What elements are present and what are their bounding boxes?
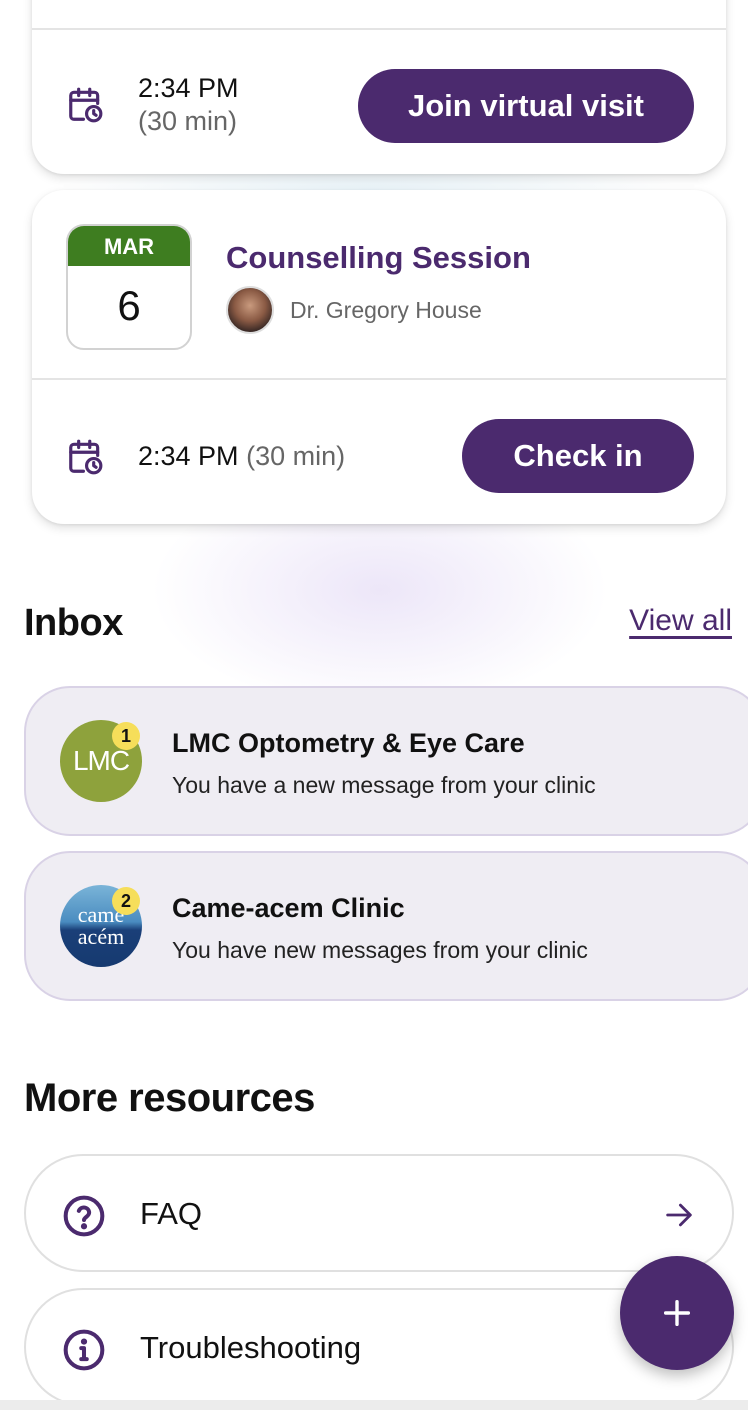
time-value: 2:34 PM <box>138 441 239 471</box>
resource-label: Troubleshooting <box>140 1330 362 1365</box>
card-divider <box>32 28 726 30</box>
clinic-logo-text: acém <box>77 924 125 949</box>
more-resources-heading: More resources <box>24 1076 315 1120</box>
bottom-edge <box>0 1400 748 1410</box>
inbox-item-came-acem[interactable]: came acém 2 Came-acem Clinic You have ne… <box>24 851 748 1001</box>
date-month: MAR <box>68 226 190 266</box>
clinic-name: LMC Optometry & Eye Care <box>172 728 525 758</box>
date-day: 6 <box>117 282 141 329</box>
inbox-heading: Inbox <box>24 602 123 644</box>
check-in-button[interactable]: Check in <box>462 419 694 493</box>
info-circle-icon <box>63 1329 105 1371</box>
inbox-item-lmc[interactable]: LMC 1 LMC Optometry & Eye Care You have … <box>24 686 748 836</box>
unread-count-badge: 2 <box>112 887 140 915</box>
clinic-message-preview: You have new messages from your clinic <box>172 937 588 963</box>
duration-value: (30 min) <box>138 106 238 136</box>
appointment-time: 2:34 PM (30 min) <box>138 72 239 138</box>
view-all-link[interactable]: View all <box>629 604 732 638</box>
appointment-time: 2:34 PM (30 min) <box>138 440 345 473</box>
arrow-right-icon <box>666 1203 692 1227</box>
appointment-card: MAR 6 Counselling Session Dr. Gregory Ho… <box>32 190 726 524</box>
resource-faq[interactable]: FAQ <box>24 1154 734 1272</box>
join-virtual-visit-button[interactable]: Join virtual visit <box>358 69 694 143</box>
clinic-name: Came-acem Clinic <box>172 893 405 923</box>
doctor-row: Dr. Gregory House <box>226 286 482 334</box>
question-circle-icon <box>63 1195 105 1237</box>
card-divider <box>32 378 726 380</box>
calendar-clock-icon <box>69 439 103 475</box>
add-fab-button[interactable] <box>620 1256 734 1370</box>
unread-count-badge: 1 <box>112 722 140 750</box>
appointment-card: 2:34 PM (30 min) Join virtual visit <box>32 0 726 174</box>
clinic-message-preview: You have a new message from your clinic <box>172 772 596 798</box>
clinic-logo-text: LMC <box>72 745 130 776</box>
doctor-avatar <box>226 286 274 334</box>
resource-label: FAQ <box>140 1196 203 1231</box>
time-value: 2:34 PM <box>138 73 239 103</box>
duration-value: (30 min) <box>246 441 346 471</box>
plus-icon <box>663 1299 691 1327</box>
date-badge: MAR 6 <box>66 224 192 350</box>
appointment-title: Counselling Session <box>226 240 531 275</box>
calendar-clock-icon <box>69 87 103 123</box>
doctor-name: Dr. Gregory House <box>290 296 482 323</box>
